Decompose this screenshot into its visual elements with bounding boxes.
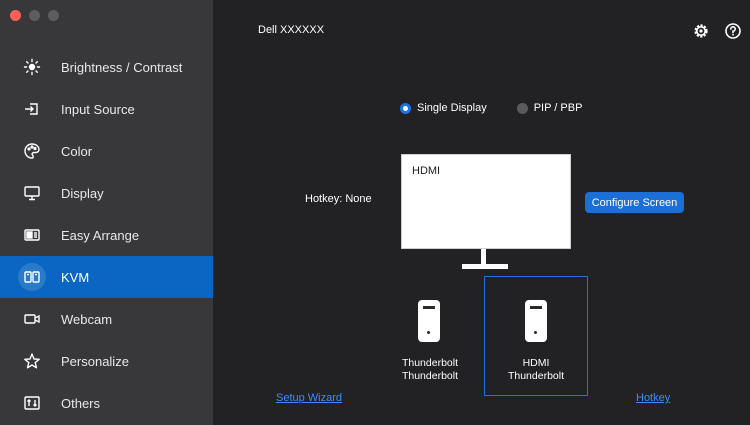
monitor-stand-neck <box>481 249 486 265</box>
pip-pbp-label: PIP / PBP <box>533 102 583 114</box>
minimize-window-button[interactable] <box>29 10 40 21</box>
sidebar-item-others[interactable]: Others <box>0 382 213 424</box>
monitor-icon <box>20 181 44 205</box>
monitor-input-label: HDMI <box>412 165 441 177</box>
hotkey-status: Hotkey: None <box>305 193 372 205</box>
computer-tower-icon[interactable] <box>418 300 440 342</box>
star-icon <box>20 349 44 373</box>
single-display-radio[interactable]: Single Display <box>400 102 487 114</box>
help-icon[interactable] <box>724 22 742 40</box>
sidebar-item-kvm[interactable]: KVM <box>0 256 213 298</box>
sun-icon <box>20 55 44 79</box>
single-display-label: Single Display <box>417 102 487 114</box>
radio-selected-indicator <box>400 102 411 114</box>
sidebar-item-label: Input Source <box>61 101 135 117</box>
app-window: Brightness / Contrast Input Source Color… <box>0 0 750 425</box>
computer-2-usb: Thunderbolt <box>507 370 565 382</box>
layout-icon <box>20 223 44 247</box>
sidebar-item-label: Others <box>61 395 101 411</box>
sidebar-item-label: Easy Arrange <box>61 227 140 243</box>
window-title: Dell XXXXXX <box>258 24 325 36</box>
settings-gear-icon[interactable] <box>692 22 710 40</box>
drive-slot <box>530 306 542 309</box>
palette-icon <box>20 139 44 163</box>
sidebar: Brightness / Contrast Input Source Color… <box>0 0 213 425</box>
zoom-window-button[interactable] <box>48 10 59 21</box>
sidebar-item-label: Webcam <box>61 311 113 327</box>
sidebar-item-label: KVM <box>61 269 90 285</box>
computer-2-input: HDMI <box>522 357 550 369</box>
radio-unselected-indicator <box>516 102 528 114</box>
sidebar-item-brightness-contrast[interactable]: Brightness / Contrast <box>0 46 213 88</box>
sidebar-item-personalize[interactable]: Personalize <box>0 340 213 382</box>
others-icon <box>20 391 44 415</box>
sidebar-item-display[interactable]: Display <box>0 172 213 214</box>
computer-1-label: Thunderbolt Thunderbolt <box>385 357 475 383</box>
sidebar-item-easy-arrange[interactable]: Easy Arrange <box>0 214 213 256</box>
configure-screen-button[interactable]: Configure Screen <box>585 192 684 213</box>
webcam-icon <box>20 307 44 331</box>
sidebar-item-color[interactable]: Color <box>0 130 213 172</box>
drive-slot <box>423 306 435 309</box>
sidebar-item-label: Color <box>61 143 93 159</box>
monitor-preview: HDMI <box>401 154 571 249</box>
display-mode-group: Single Display PIP / PBP <box>400 102 612 114</box>
power-led <box>427 331 430 334</box>
kvm-icon <box>18 263 46 291</box>
computer-tower-icon[interactable] <box>525 300 547 342</box>
setup-wizard-link[interactable]: Setup Wizard <box>276 392 342 404</box>
sidebar-item-label: Display <box>61 185 104 201</box>
pip-pbp-radio[interactable]: PIP / PBP <box>516 102 583 114</box>
power-led <box>534 331 537 334</box>
hotkey-link[interactable]: Hotkey <box>636 392 670 404</box>
monitor-stand-base <box>462 264 508 269</box>
computer-2-label: HDMI Thunderbolt <box>491 357 581 383</box>
sidebar-item-webcam[interactable]: Webcam <box>0 298 213 340</box>
computer-1-usb: Thunderbolt <box>401 370 459 382</box>
input-source-icon <box>20 97 44 121</box>
computer-1-input: Thunderbolt <box>401 357 459 369</box>
sidebar-item-label: Personalize <box>61 353 129 369</box>
window-controls <box>10 10 59 21</box>
sidebar-item-label: Brightness / Contrast <box>61 59 183 75</box>
sidebar-item-input-source[interactable]: Input Source <box>0 88 213 130</box>
close-window-button[interactable] <box>10 10 21 21</box>
